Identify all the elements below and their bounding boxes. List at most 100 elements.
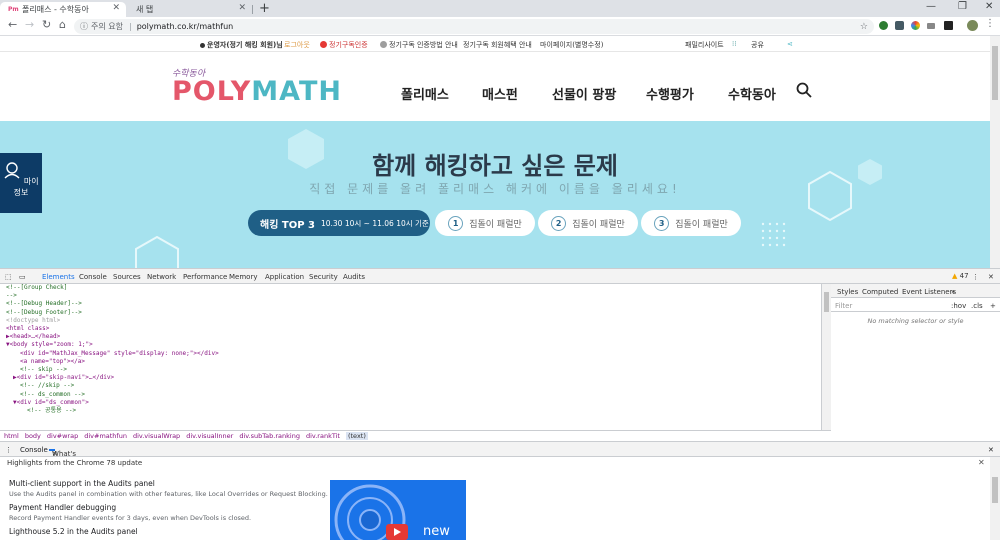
breadcrumb-item[interactable]: div#wrap <box>47 432 78 440</box>
window-close-icon[interactable]: ✕ <box>985 1 993 12</box>
profile-avatar[interactable] <box>967 20 978 31</box>
window-restore-icon[interactable]: ❐ <box>958 1 967 12</box>
dom-node-line[interactable]: <!-- 공통용 --> <box>0 407 821 415</box>
reload-icon[interactable]: ↻ <box>42 18 51 31</box>
breadcrumb-item[interactable]: div#mathfun <box>84 432 127 440</box>
dom-node-line[interactable]: <!-- //skip --> <box>0 382 821 390</box>
extension-icon[interactable] <box>879 21 888 30</box>
elements-dom-tree[interactable]: <!--[Group Check] --> <!--[Debug Header]--… <box>0 284 822 430</box>
devtools-menu-icon[interactable]: ⋮ <box>972 273 979 281</box>
nav-gifts[interactable]: 선물이 팡팡 <box>552 84 616 103</box>
info-icon[interactable]: ⓘ <box>80 21 88 32</box>
whats-new-item-title[interactable]: Payment Handler debugging <box>9 503 116 512</box>
window-minimize-icon[interactable]: — <box>926 1 936 12</box>
extension-icon[interactable] <box>911 21 920 30</box>
back-arrow-icon[interactable]: ← <box>8 18 17 31</box>
breadcrumb-item[interactable]: div.visualWrap <box>133 432 180 440</box>
browser-tab-polymath[interactable]: Pm 폴리매스 - 수학동아 ✕ <box>0 2 126 17</box>
dom-node-line[interactable]: ▼<div id="ds_common"> <box>0 399 821 407</box>
nav-polymath[interactable]: 폴리매스 <box>401 84 449 103</box>
extension-icon[interactable] <box>895 21 904 30</box>
styles-tab-event-listeners[interactable]: Event Listeners <box>902 288 956 296</box>
rank-card-3[interactable]: 3 집돌이 패럴만 <box>641 210 741 236</box>
bookmark-star-icon[interactable]: ☆ <box>860 22 868 32</box>
dom-node-line[interactable]: ▶<head>…</head> <box>0 333 821 341</box>
dom-node-line[interactable]: ▼<body style="zoom: 1;"> <box>0 341 821 349</box>
rank-card-2[interactable]: 2 집돌이 패럴만 <box>538 210 638 236</box>
elements-scrollbar[interactable] <box>822 284 831 430</box>
util-mypage[interactable]: 마이페이지(별명수정) <box>540 40 603 50</box>
styles-tab-computed[interactable]: Computed <box>862 288 898 296</box>
more-tabs-chevron-icon[interactable]: » <box>951 288 955 296</box>
breadcrumb-item[interactable]: body <box>25 432 41 440</box>
scrollbar-thumb[interactable] <box>992 477 998 503</box>
dom-node-line[interactable]: <!-- ds_common --> <box>0 391 821 399</box>
scrollbar-thumb[interactable] <box>992 46 998 100</box>
util-verify-guide[interactable]: 정기구독 인증방법 안내 <box>380 40 458 50</box>
util-family-sites[interactable]: 패밀리사이트 <box>685 40 724 50</box>
dom-node-line[interactable]: <!doctype html> <box>0 317 821 325</box>
warning-counter[interactable]: ▲ 47 <box>952 272 969 280</box>
search-icon[interactable] <box>796 82 812 98</box>
inspect-element-icon[interactable]: ⬚ <box>5 273 12 281</box>
browser-tab-new[interactable]: 새 탭 ✕ <box>128 2 252 17</box>
address-bar[interactable]: ⓘ 주의 요함 | polymath.co.kr/mathfun ☆ <box>74 19 874 34</box>
whats-new-close-icon[interactable]: ✕ <box>978 458 985 467</box>
page-scrollbar[interactable] <box>990 36 1000 268</box>
util-logout-link[interactable]: 로그아웃 <box>284 40 310 50</box>
dom-node-line[interactable]: <html class> <box>0 325 821 333</box>
dom-node-line[interactable]: <!--[Debug Header]--> <box>0 300 821 308</box>
devtools-tab-console[interactable]: Console <box>79 273 107 281</box>
share-icon[interactable]: ⋖ <box>787 40 793 48</box>
home-icon[interactable]: ⌂ <box>59 18 66 31</box>
dom-node-line[interactable]: --> <box>0 292 821 300</box>
util-share[interactable]: 공유 <box>751 40 764 50</box>
devtools-tab-sources[interactable]: Sources <box>113 273 141 281</box>
devtools-tab-audits[interactable]: Audits <box>343 273 365 281</box>
rank-card-1[interactable]: 1 집돌이 패럴만 <box>435 210 535 236</box>
nav-performance-eval[interactable]: 수행평가 <box>646 84 694 103</box>
devtools-tab-application[interactable]: Application <box>265 273 304 281</box>
chrome-menu-icon[interactable]: ⋮ <box>985 18 995 29</box>
devtools-tab-elements[interactable]: Elements <box>39 273 78 286</box>
extension-icon[interactable] <box>927 23 935 29</box>
whats-new-video-thumbnail[interactable]: new <box>330 480 466 540</box>
nav-mathfun[interactable]: 매스펀 <box>482 84 518 103</box>
new-tab-plus-icon[interactable]: + <box>259 1 270 16</box>
my-info-side-button[interactable]: 마이정보 <box>0 153 42 213</box>
util-subscription-verify[interactable]: 정기구독인증 <box>320 40 368 50</box>
hover-state-toggle[interactable]: :hov <box>951 302 966 310</box>
polymath-logo[interactable]: 수학동아 POLYMATH <box>172 66 341 110</box>
devtools-tab-security[interactable]: Security <box>309 273 338 281</box>
drawer-menu-icon[interactable]: ⋮ <box>5 446 12 454</box>
whats-new-item-title[interactable]: Lighthouse 5.2 in the Audits panel <box>9 527 138 536</box>
devtools-tab-network[interactable]: Network <box>147 273 176 281</box>
dom-node-line[interactable]: <div id="MathJax_Message" style="display… <box>0 350 821 358</box>
devtools-tab-performance[interactable]: Performance <box>183 273 227 281</box>
dom-node-line[interactable]: <!--[Debug Footer]--> <box>0 309 821 317</box>
breadcrumb-item[interactable]: div.visualInner <box>186 432 233 440</box>
breadcrumb-item[interactable]: (text) <box>345 432 368 440</box>
breadcrumb-item[interactable]: div.subTab.ranking <box>239 432 300 440</box>
breadcrumb-item[interactable]: html <box>4 432 19 440</box>
drawer-tab-console[interactable]: Console <box>20 446 48 454</box>
devtools-tab-memory[interactable]: Memory <box>229 273 257 281</box>
devtools-close-icon[interactable]: ✕ <box>988 273 994 281</box>
whats-new-item-title[interactable]: Multi-client support in the Audits panel <box>9 479 155 488</box>
styles-filter-input[interactable]: Filter <box>835 302 852 310</box>
dom-node-line[interactable]: <a name="top"></a> <box>0 358 821 366</box>
dom-node-line[interactable]: <!--[Group Check] <box>0 284 821 292</box>
styles-tab-styles[interactable]: Styles <box>837 288 858 296</box>
add-rule-plus-icon[interactable]: + <box>990 302 996 310</box>
device-toolbar-icon[interactable]: ▭ <box>19 273 26 281</box>
grid-icon[interactable]: ⁞⁞ <box>732 40 736 48</box>
terminal-extension-icon[interactable] <box>944 21 953 30</box>
class-toggle[interactable]: .cls <box>971 302 983 310</box>
forward-arrow-icon[interactable]: → <box>25 18 34 31</box>
dom-node-line[interactable]: ▶<div id="skip-navi">…</div> <box>0 374 821 382</box>
drawer-close-icon[interactable]: ✕ <box>988 446 994 454</box>
breadcrumb-item[interactable]: div.rankTit <box>306 432 340 440</box>
dom-node-line[interactable]: <!-- skip --> <box>0 366 821 374</box>
scrollbar-thumb[interactable] <box>824 292 829 312</box>
nav-suhakdonga[interactable]: 수학동아 <box>728 84 776 103</box>
